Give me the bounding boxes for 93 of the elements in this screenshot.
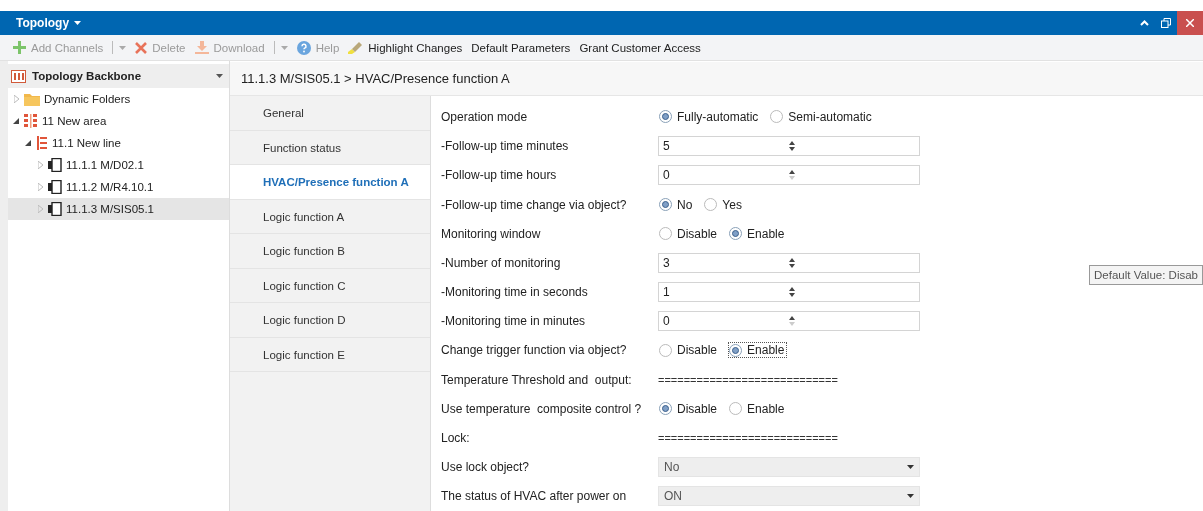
- close-button[interactable]: [1177, 11, 1203, 35]
- device-icon: [48, 158, 62, 172]
- parameter-label: -Monitoring time in minutes: [441, 314, 587, 329]
- spin-up-icon[interactable]: [788, 316, 795, 321]
- tooltip: Default Value: Disab: [1089, 265, 1203, 285]
- dropdown-caret-icon: [907, 494, 914, 499]
- backbone-icon: [11, 69, 26, 83]
- parameter-label: -Monitoring time in seconds: [441, 285, 589, 300]
- tree-label: 11.1.1 M/D02.1: [66, 159, 144, 171]
- close-icon: [135, 41, 148, 54]
- parameter-label: Change trigger function via object?: [441, 343, 628, 358]
- parameter-label: -Follow-up time minutes: [441, 139, 570, 154]
- radio-circle[interactable]: [659, 110, 672, 124]
- help-icon: [296, 40, 311, 55]
- plus-icon: [13, 41, 26, 54]
- device-icon: [48, 202, 62, 216]
- number-field[interactable]: 0: [658, 311, 920, 332]
- parameter-label: -Follow-up time hours: [441, 168, 558, 183]
- radio-circle[interactable]: [729, 402, 743, 416]
- parameter-label: Use lock object?: [441, 460, 531, 475]
- number-field[interactable]: 3: [658, 252, 920, 273]
- radio-option[interactable]: Enable: [728, 342, 788, 359]
- radio-circle[interactable]: [659, 198, 672, 212]
- folder-icon: [24, 92, 40, 106]
- close-icon: [1186, 19, 1194, 27]
- window-title[interactable]: Topology: [0, 16, 82, 30]
- separator-text: ============================: [658, 432, 838, 445]
- parameter-label: Temperature Threshold and output:: [441, 372, 633, 387]
- chevron-up-icon: [1139, 20, 1149, 26]
- tree-label: 11 New area: [42, 115, 107, 127]
- radio-circle[interactable]: [659, 402, 672, 416]
- radio-option[interactable]: Disable: [658, 225, 721, 242]
- radio-option[interactable]: No: [658, 196, 696, 213]
- number-field[interactable]: 5: [658, 136, 920, 157]
- expanded-icon[interactable]: [25, 140, 31, 146]
- spin-down-icon[interactable]: [788, 293, 795, 298]
- spin-up-icon[interactable]: [788, 141, 795, 146]
- line-icon: [36, 136, 48, 150]
- tree-item[interactable]: 11.1.3 M/SIS05.1: [8, 198, 229, 220]
- tree-item[interactable]: 11.1 New line: [8, 132, 229, 154]
- number-field[interactable]: 0: [658, 165, 920, 186]
- tree-item[interactable]: 11.1.1 M/D02.1: [8, 154, 229, 176]
- parameter-label: Monitoring window: [441, 226, 542, 241]
- spin-down-icon[interactable]: [788, 147, 795, 152]
- panel-title: Topology Backbone: [32, 70, 142, 82]
- tree-label: Dynamic Folders: [44, 93, 131, 105]
- tree-label: 11.1 New line: [52, 137, 121, 149]
- parameter-label: -Follow-up time change via object?: [441, 197, 628, 212]
- parameter-label: The status of HVAC after power on: [441, 489, 628, 504]
- restore-icon: [1161, 18, 1171, 28]
- dropdown[interactable]: No: [658, 457, 920, 478]
- tree-label: 11.1.2 M/R4.10.1: [66, 181, 154, 193]
- caret-icon: [74, 21, 82, 25]
- parameter-label: Lock:: [441, 431, 471, 446]
- dropdown-caret-icon: [907, 465, 914, 470]
- highlighter-icon: [348, 41, 364, 54]
- radio-circle[interactable]: [729, 343, 743, 357]
- radio-option[interactable]: Enable: [728, 400, 788, 417]
- toolbar-button[interactable]: Grant Customer Access: [579, 41, 701, 54]
- radio-option[interactable]: Yes: [703, 196, 745, 213]
- spin-up-icon[interactable]: [788, 287, 795, 292]
- download-icon: [194, 41, 209, 54]
- tab[interactable]: HVAC/Presence function A: [230, 165, 430, 200]
- expanded-icon[interactable]: [13, 118, 19, 124]
- tree-item[interactable]: 11 New area: [8, 110, 229, 132]
- radio-circle[interactable]: [659, 227, 672, 241]
- radio-option[interactable]: Fully-automatic: [658, 108, 762, 125]
- grid-icon: [24, 114, 38, 128]
- toolbar-button[interactable]: Default Parameters: [471, 41, 571, 54]
- parameter-label: Operation mode: [441, 109, 529, 124]
- dropdown[interactable]: ON: [658, 486, 920, 507]
- breadcrumb: 11.1.3 M/SIS05.1 > HVAC/Presence function A: [230, 62, 1203, 97]
- radio-circle[interactable]: [729, 227, 743, 241]
- radio-option[interactable]: Semi-automatic: [769, 108, 875, 125]
- number-field[interactable]: 1: [658, 282, 920, 303]
- spin-up-icon[interactable]: [788, 257, 795, 262]
- radio-option[interactable]: Disable: [658, 342, 721, 359]
- device-icon: [48, 180, 62, 194]
- parameter-label: Use temperature composite control ?: [441, 401, 643, 416]
- radio-circle[interactable]: [704, 198, 718, 212]
- caret-icon: [216, 74, 223, 78]
- radio-option[interactable]: Disable: [658, 400, 721, 417]
- toolbar-button[interactable]: Highlight Changes: [348, 41, 463, 54]
- spin-down-icon[interactable]: [788, 263, 795, 268]
- tree-label: 11.1.3 M/SIS05.1: [66, 203, 154, 215]
- spin-up-icon[interactable]: [788, 170, 795, 175]
- radio-option[interactable]: Enable: [728, 225, 788, 242]
- radio-circle[interactable]: [659, 343, 672, 357]
- tree-item[interactable]: Dynamic Folders: [8, 88, 229, 110]
- separator-text: ============================: [658, 373, 838, 386]
- parameter-label: -Number of monitoring: [441, 255, 562, 270]
- tree-item[interactable]: 11.1.2 M/R4.10.1: [8, 176, 229, 198]
- radio-circle[interactable]: [770, 110, 784, 124]
